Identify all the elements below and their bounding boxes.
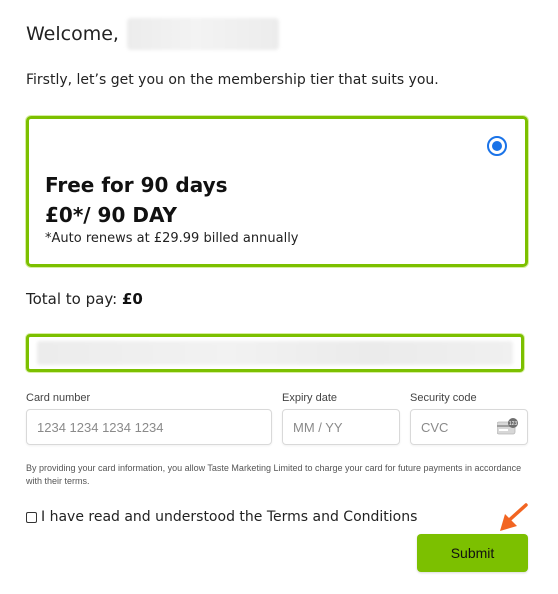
card-cvc-icon: 123	[496, 418, 519, 436]
terms-checkbox[interactable]	[26, 511, 37, 523]
tier-radio-button[interactable]	[487, 136, 507, 156]
tier-price: £0*/ 90 DAY	[45, 203, 178, 227]
total-label: Total to pay:	[26, 290, 118, 308]
submit-button[interactable]: Submit	[417, 534, 528, 572]
intro-text: Firstly, let’s get you on the membership…	[26, 72, 439, 88]
redacted-name	[126, 18, 279, 50]
email-field[interactable]	[26, 334, 524, 372]
total-to-pay: Total to pay: £0	[26, 290, 143, 308]
security-code-label: Security code	[410, 392, 477, 404]
expiry-date-label: Expiry date	[282, 392, 338, 404]
card-number-label: Card number	[26, 392, 91, 404]
welcome-text: Welcome,	[26, 23, 119, 45]
membership-tier-card[interactable]: Free for 90 days £0*/ 90 DAY *Auto renew…	[26, 116, 528, 267]
svg-text:123: 123	[509, 421, 518, 427]
card-number-input[interactable]: 1234 1234 1234 1234	[26, 409, 272, 445]
tier-title: Free for 90 days	[45, 173, 228, 197]
payment-consent-text: By providing your card information, you …	[26, 463, 522, 486]
welcome-row: Welcome,	[26, 18, 279, 50]
total-amount: £0	[121, 290, 143, 308]
expiry-date-input[interactable]: MM / YY	[282, 409, 400, 445]
terms-row: I have read and understood the Terms and…	[26, 509, 417, 525]
redacted-email	[37, 341, 513, 365]
tier-renewal-note: *Auto renews at £29.99 billed annually	[45, 231, 299, 246]
arrow-pointer-icon	[497, 502, 529, 534]
terms-label[interactable]: I have read and understood the Terms and…	[41, 509, 417, 525]
security-code-input[interactable]: CVC 123	[410, 409, 528, 445]
cvc-placeholder: CVC	[421, 419, 449, 435]
